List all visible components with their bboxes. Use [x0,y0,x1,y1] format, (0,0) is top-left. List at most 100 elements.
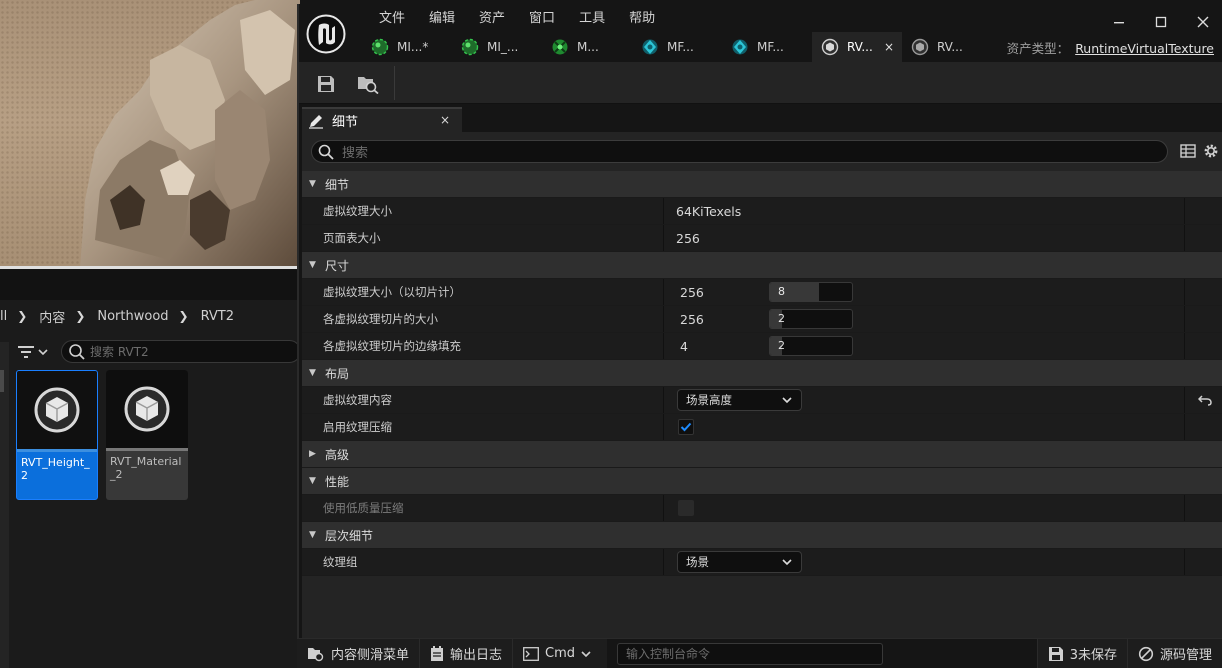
close-tab-icon[interactable]: × [440,113,450,127]
console-placeholder: 输入控制台命令 [626,647,711,661]
output-log-button[interactable]: 输出日志 [420,638,514,668]
reset-column [1185,387,1222,413]
property-value-cell: 4 2 [664,333,1185,359]
chevron-right-icon: ❯ [178,309,189,323]
tab-material-instance-1[interactable]: MI...* [362,32,452,62]
unreal-logo-icon [306,14,346,54]
content-browser-search-input[interactable]: 搜索 RVT2 [61,340,301,363]
category-lod[interactable]: ▼ 层次细节 [302,522,1222,549]
property-value: 64KiTexels [664,198,1185,224]
category-label: 高级 [325,447,350,462]
tab-runtime-virtual-texture[interactable]: RV... [902,32,992,62]
vt-content-dropdown[interactable]: 场景高度 [677,389,802,411]
low-quality-checkbox[interactable] [678,500,694,516]
filter-button[interactable] [18,342,54,362]
tab-label: MI...* [397,40,429,54]
category-advanced[interactable]: ▶ 高级 [302,441,1222,468]
search-placeholder: 搜索 [342,146,369,161]
property-value-cell: 256 2 [664,306,1185,332]
slider-value: 2 [778,339,785,352]
title-bar[interactable]: 文件 编辑 资产 窗口 工具 帮助 MI...* MI_... M... MF.… [299,4,1222,62]
asset-name: RVT_Material_2 [110,455,182,481]
tile-size-slider[interactable]: 2 [769,309,853,329]
property-row-vt-size: 虚拟纹理大小 64KiTexels [302,198,1222,225]
category-label: 尺寸 [325,258,350,273]
menu-asset[interactable]: 资产 [467,8,517,30]
details-panel-tab[interactable]: 细节 × [302,107,462,132]
gear-icon[interactable] [1202,142,1220,160]
rock-formation [80,0,300,268]
console-command-selector[interactable]: Cmd [513,638,608,668]
asset-name: RVT_Height_2 [21,456,90,482]
chevron-down-icon [782,559,792,566]
property-list: ▼ 细节 虚拟纹理大小 64KiTexels 页面表大小 256 ▼ 尺寸 虚拟… [302,171,1222,576]
property-value-cell: 场景 [664,549,1185,575]
asset-tab-strip: MI...* MI_... M... MF... MF... RV... × R… [362,32,992,62]
asset-type-link[interactable]: RuntimeVirtualTexture [1075,41,1214,56]
breadcrumb-item[interactable]: 内容 [39,307,65,326]
menu-tools[interactable]: 工具 [567,8,617,30]
reset-column [1185,198,1222,224]
property-row-tile-count: 虚拟纹理大小（以切片计） 256 8 [302,279,1222,306]
asset-tile-rvt-material[interactable]: RVT_Material_2 [106,370,188,500]
reset-to-default-icon[interactable] [1197,394,1212,406]
property-value: 256 [680,311,704,327]
category-detail[interactable]: ▼ 细节 [302,171,1222,198]
tab-material-function-2[interactable]: MF... [722,32,812,62]
menu-file[interactable]: 文件 [367,8,417,30]
compress-checkbox[interactable] [678,419,694,435]
details-search-input[interactable]: 搜索 [311,140,1168,163]
unsaved-button[interactable]: 3未保存 [1036,638,1128,668]
maximize-button[interactable] [1140,10,1182,34]
texture-group-dropdown[interactable]: 场景 [677,551,802,573]
material-function-icon [641,38,659,56]
property-matrix-icon[interactable] [1179,142,1197,160]
save-button[interactable] [313,72,339,96]
tab-runtime-virtual-texture-active[interactable]: RV... × [812,32,902,62]
category-layout[interactable]: ▼ 布局 [302,360,1222,387]
details-tab-label: 细节 [332,115,359,130]
tab-material[interactable]: M... [542,32,632,62]
collapsed-arrow-icon: ▶ [309,449,316,459]
category-label: 性能 [325,474,350,489]
chevron-down-icon [581,650,591,657]
close-tab-icon[interactable]: × [884,40,894,54]
breadcrumb-item[interactable]: Northwood [97,309,168,324]
category-label: 布局 [325,366,350,381]
browse-button[interactable] [355,72,381,96]
property-value: 256 [664,225,1185,251]
menu-edit[interactable]: 编辑 [417,8,467,30]
source-control-button[interactable]: 源码管理 [1127,638,1222,668]
menu-window[interactable]: 窗口 [517,8,567,30]
expanded-arrow-icon: ▼ [309,530,316,540]
output-log-label: 输出日志 [450,648,503,663]
close-window-button[interactable] [1182,10,1222,34]
breadcrumb-item[interactable]: RVT2 [201,309,234,324]
chevron-right-icon: ❯ [75,309,86,323]
minimize-button[interactable] [1098,10,1140,34]
asset-tile-rvt-height[interactable]: RVT_Height_2 [16,370,98,500]
tab-material-function-1[interactable]: MF... [632,32,722,62]
tab-label: MI_... [487,40,519,54]
content-drawer-button[interactable]: 内容侧滑菜单 [297,638,421,668]
filter-icon [18,346,34,358]
content-browser-sidebar[interactable] [0,342,9,668]
menu-bar: 文件 编辑 资产 窗口 工具 帮助 [367,8,667,30]
tile-border-slider[interactable]: 2 [769,336,853,356]
tile-count-slider[interactable]: 8 [769,282,853,302]
level-viewport[interactable] [0,0,300,268]
property-label: 启用纹理压缩 [302,414,664,440]
console-command-input[interactable]: 输入控制台命令 [617,642,884,665]
category-size[interactable]: ▼ 尺寸 [302,252,1222,279]
property-row-low-quality: 使用低质量压缩 [302,495,1222,522]
search-placeholder: 搜索 RVT2 [90,345,149,359]
breadcrumb-item[interactable]: ll [0,309,7,324]
category-performance[interactable]: ▼ 性能 [302,468,1222,495]
save-icon [318,76,334,92]
menu-help[interactable]: 帮助 [617,8,667,30]
expanded-arrow-icon: ▼ [309,368,316,378]
runtime-virtual-texture-icon [821,38,839,56]
tab-material-instance-2[interactable]: MI_... [452,32,542,62]
material-instance-icon [461,38,479,56]
dropdown-value: 场景高度 [686,393,732,407]
